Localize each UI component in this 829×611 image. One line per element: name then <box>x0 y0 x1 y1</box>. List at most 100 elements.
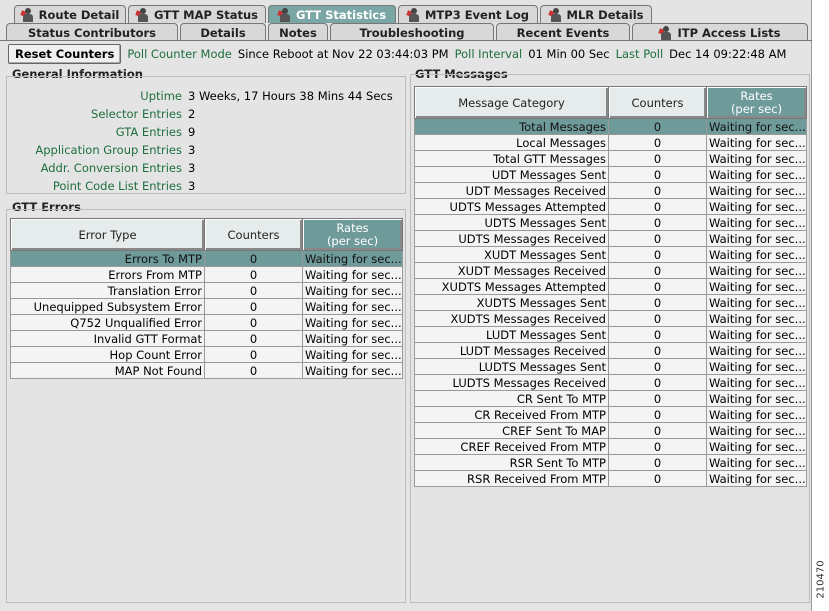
info-row-point-code: Point Code List Entries 3 <box>7 179 407 197</box>
row-counter-cell: 0 <box>608 198 707 215</box>
column-header-counters[interactable]: Counters <box>608 86 707 119</box>
row-name-cell: Unequipped Subsystem Error <box>10 298 205 315</box>
table-row[interactable]: MAP Not Found 0 Waiting for sec... <box>10 362 403 379</box>
row-name-cell: XUDTS Messages Attempted <box>414 278 609 295</box>
tab-itp-access-lists[interactable]: ITP Access Lists <box>632 23 808 41</box>
tab-mtp3-event-log[interactable]: MTP3 Event Log <box>398 5 538 23</box>
tab-label: GTT Statistics <box>295 7 387 22</box>
table-row[interactable]: XUDT Messages Sent 0 Waiting for sec... <box>414 246 807 263</box>
row-rate-cell: Waiting for sec... <box>706 134 807 151</box>
row-name-cell: LUDTS Messages Received <box>414 374 609 391</box>
table-row[interactable]: UDT Messages Received 0 Waiting for sec... <box>414 182 807 199</box>
table-row[interactable]: Errors From MTP 0 Waiting for sec... <box>10 266 403 283</box>
row-name-cell: RSR Received From MTP <box>414 470 609 487</box>
table-row[interactable]: XUDTS Messages Sent 0 Waiting for sec... <box>414 294 807 311</box>
row-name-cell: Hop Count Error <box>10 346 205 363</box>
info-key: Selector Entries <box>91 107 182 121</box>
row-counter-cell: 0 <box>204 362 303 379</box>
person-icon <box>277 7 292 22</box>
poll-mode-value: Since Reboot at Nov 22 03:44:03 PM <box>237 47 449 61</box>
tab-gtt-statistics[interactable]: GTT Statistics <box>268 5 396 23</box>
table-row[interactable]: RSR Sent To MTP 0 Waiting for sec... <box>414 454 807 471</box>
app-window: Route Detail GTT MAP Status GTT Statisti… <box>0 0 812 611</box>
table-row[interactable]: CREF Received From MTP 0 Waiting for sec..… <box>414 438 807 455</box>
table-row[interactable]: Total GTT Messages 0 Waiting for sec... <box>414 150 807 167</box>
table-row[interactable]: UDTS Messages Received 0 Waiting for sec..… <box>414 230 807 247</box>
column-header-message-category[interactable]: Message Category <box>414 86 609 119</box>
tab-notes[interactable]: Notes <box>268 23 328 41</box>
row-rate-cell: Waiting for sec... <box>706 230 807 247</box>
gtt-errors-table: Error Type Counters Rates (per sec) Erro… <box>10 218 403 379</box>
table-row[interactable]: XUDTS Messages Received 0 Waiting for sec.… <box>414 310 807 327</box>
tab-label: GTT MAP Status <box>153 7 259 22</box>
row-name-cell: UDT Messages Received <box>414 182 609 199</box>
row-rate-cell: Waiting for sec... <box>706 374 807 391</box>
tab-route-detail[interactable]: Route Detail <box>14 5 126 23</box>
row-name-cell: XUDTS Messages Received <box>414 310 609 327</box>
table-row[interactable]: UDT Messages Sent 0 Waiting for sec... <box>414 166 807 183</box>
person-icon <box>547 7 563 22</box>
row-counter-cell: 0 <box>608 438 707 455</box>
table-row[interactable]: Local Messages 0 Waiting for sec... <box>414 134 807 151</box>
info-key: Uptime <box>140 89 182 103</box>
row-name-cell: Local Messages <box>414 134 609 151</box>
last-poll-value: Dec 14 09:22:48 AM <box>669 47 787 61</box>
figure-id-text: 210470 <box>815 560 827 599</box>
row-counter-cell: 0 <box>204 298 303 315</box>
row-rate-cell: Waiting for sec... <box>706 406 807 423</box>
row-counter-cell: 0 <box>608 454 707 471</box>
column-header-rates[interactable]: Rates (per sec) <box>302 218 403 251</box>
tab-label: Route Detail <box>38 7 120 22</box>
person-icon <box>406 7 421 22</box>
tab-status-contributors[interactable]: Status Contributors <box>6 23 178 41</box>
table-row[interactable]: Invalid GTT Format 0 Waiting for sec... <box>10 330 403 347</box>
column-header-error-type[interactable]: Error Type <box>10 218 205 251</box>
row-name-cell: UDT Messages Sent <box>414 166 609 183</box>
table-row[interactable]: XUDT Messages Received 0 Waiting for sec..… <box>414 262 807 279</box>
tab-divider <box>0 40 812 41</box>
table-row[interactable]: RSR Received From MTP 0 Waiting for sec... <box>414 470 807 487</box>
table-row[interactable]: Hop Count Error 0 Waiting for sec... <box>10 346 403 363</box>
tab-gtt-map-status[interactable]: GTT MAP Status <box>128 5 266 23</box>
table-row[interactable]: Q752 Unqualified Error 0 Waiting for sec..… <box>10 314 403 331</box>
info-row-app-group: Application Group Entries 3 <box>7 143 407 161</box>
row-rate-cell: Waiting for sec... <box>706 182 807 199</box>
row-name-cell: LUDTS Messages Sent <box>414 358 609 375</box>
tab-troubleshooting[interactable]: Troubleshooting <box>330 23 494 41</box>
table-row[interactable]: LUDTS Messages Received 0 Waiting for sec.… <box>414 374 807 391</box>
row-counter-cell: 0 <box>608 230 707 247</box>
row-rate-cell: Waiting for sec... <box>706 358 807 375</box>
row-counter-cell: 0 <box>608 422 707 439</box>
table-row[interactable]: XUDTS Messages Attempted 0 Waiting for sec… <box>414 278 807 295</box>
table-row[interactable]: CREF Sent To MAP 0 Waiting for sec... <box>414 422 807 439</box>
table-row[interactable]: LUDT Messages Sent 0 Waiting for sec... <box>414 326 807 343</box>
table-row[interactable]: UDTS Messages Sent 0 Waiting for sec... <box>414 214 807 231</box>
row-counter-cell: 0 <box>608 118 707 135</box>
column-header-counters[interactable]: Counters <box>204 218 303 251</box>
table-row[interactable]: LUDT Messages Received 0 Waiting for sec..… <box>414 342 807 359</box>
row-counter-cell: 0 <box>608 214 707 231</box>
column-header-rates[interactable]: Rates (per sec) <box>706 86 807 119</box>
row-counter-cell: 0 <box>608 182 707 199</box>
table-row[interactable]: Translation Error 0 Waiting for sec... <box>10 282 403 299</box>
row-rate-cell: Waiting for sec... <box>706 438 807 455</box>
table-row[interactable]: CR Received From MTP 0 Waiting for sec... <box>414 406 807 423</box>
row-rate-cell: Waiting for sec... <box>706 422 807 439</box>
table-row[interactable]: Total Messages 0 Waiting for sec... <box>414 118 807 135</box>
tab-details[interactable]: Details <box>180 23 266 41</box>
table-row[interactable]: CR Sent To MTP 0 Waiting for sec... <box>414 390 807 407</box>
table-row[interactable]: UDTS Messages Attempted 0 Waiting for sec.… <box>414 198 807 215</box>
row-name-cell: LUDT Messages Received <box>414 342 609 359</box>
row-counter-cell: 0 <box>204 330 303 347</box>
tab-label: Notes <box>279 25 317 40</box>
tab-label: Recent Events <box>516 25 610 40</box>
tab-label: ITP Access Lists <box>677 25 781 40</box>
tab-recent-events[interactable]: Recent Events <box>496 23 630 41</box>
table-row[interactable]: Errors To MTP 0 Waiting for sec... <box>10 250 403 267</box>
reset-counters-button[interactable]: Reset Counters <box>8 44 122 64</box>
info-key: Application Group Entries <box>35 143 182 157</box>
table-row[interactable]: LUDTS Messages Sent 0 Waiting for sec... <box>414 358 807 375</box>
tab-mlr-details[interactable]: MLR Details <box>540 5 652 23</box>
table-row[interactable]: Unequipped Subsystem Error 0 Waiting for s… <box>10 298 403 315</box>
row-counter-cell: 0 <box>608 374 707 391</box>
